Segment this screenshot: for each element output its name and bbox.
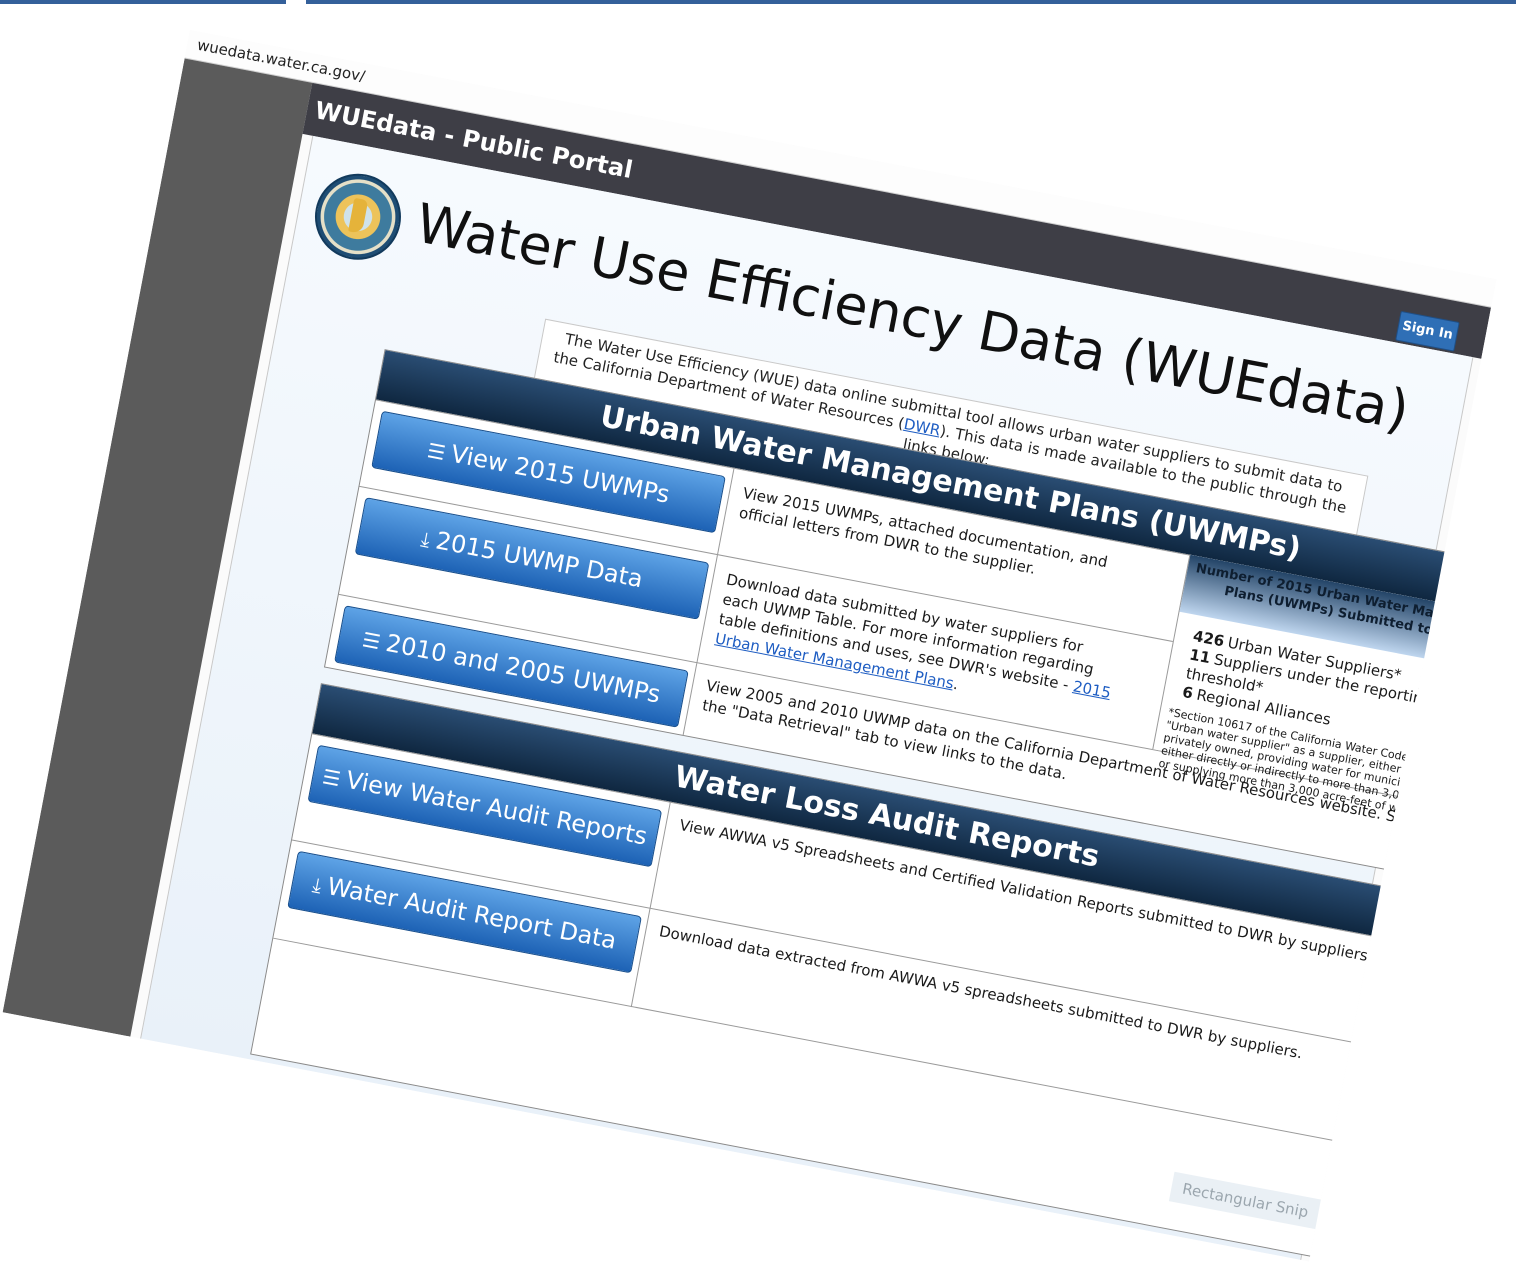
list-icon: ☰ xyxy=(320,764,343,792)
uwmp-stats-panel: Number of 2015 Urban Water Management Pl… xyxy=(1152,554,1497,829)
button-label: 2015 UWMP Data xyxy=(433,526,646,594)
browser-window: wuedata.water.ca.gov/ WUEdata - Public P… xyxy=(2,30,1497,1262)
download-icon: ⤓ xyxy=(419,526,433,552)
stat-count: 6 xyxy=(1180,682,1195,703)
stat-count: 11 xyxy=(1188,645,1212,668)
download-icon: ⤓ xyxy=(310,872,324,898)
top-accent-strip xyxy=(0,0,286,4)
list-icon: ☰ xyxy=(425,438,448,466)
top-accent-strip xyxy=(306,0,1516,4)
button-label: View 2015 UWMPs xyxy=(448,439,672,509)
dwr-seal-logo xyxy=(307,166,409,268)
list-icon: ☰ xyxy=(360,627,383,655)
